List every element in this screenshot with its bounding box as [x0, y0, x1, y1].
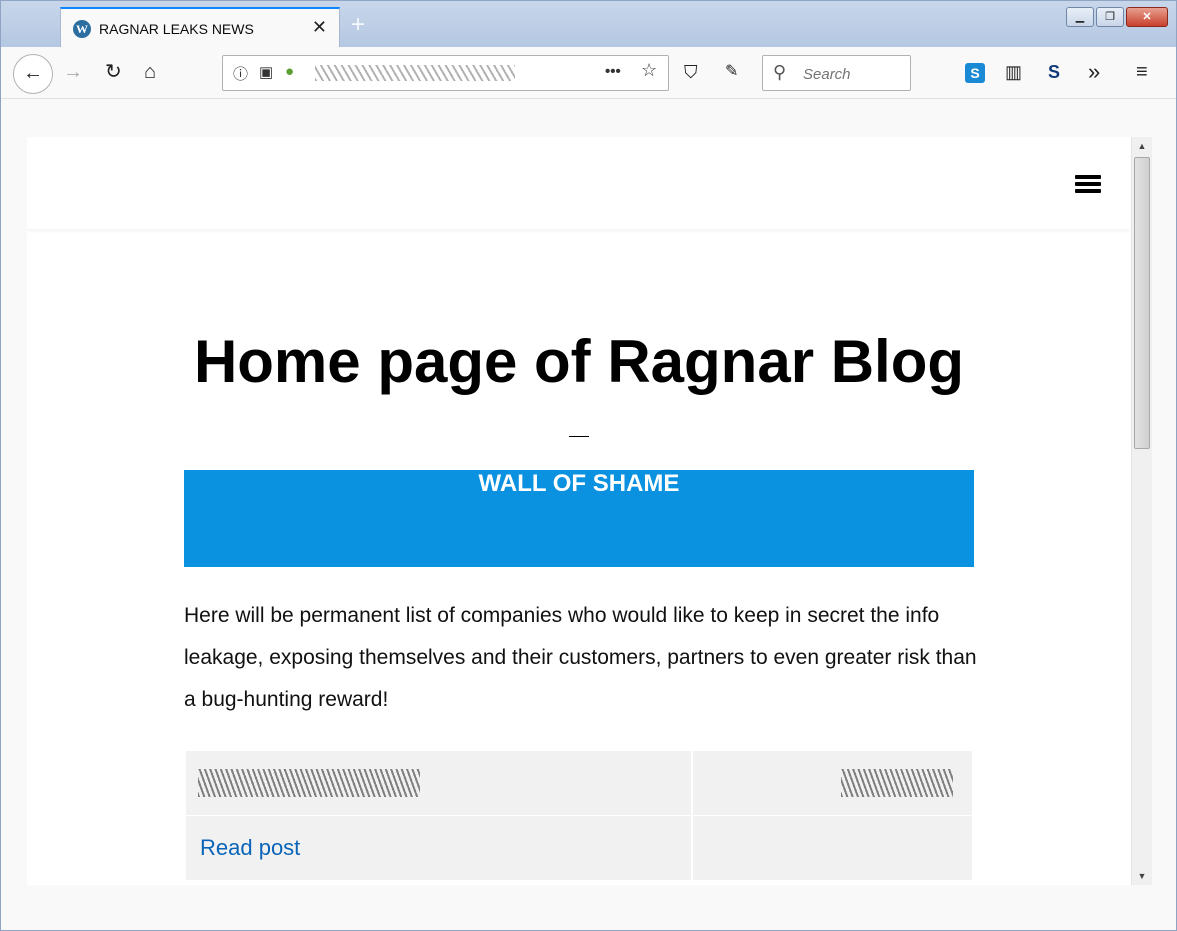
reload-icon[interactable]: ↻: [105, 57, 122, 87]
overflow-icon[interactable]: »: [1088, 57, 1100, 87]
pear-icon[interactable]: ●: [285, 63, 294, 80]
wall-of-shame-banner[interactable]: WALL OF SHAME: [184, 470, 974, 567]
site-header: [27, 137, 1131, 229]
shame-table: Read post: [186, 751, 972, 881]
shield-icon[interactable]: ⛉: [684, 57, 698, 87]
table-row: [186, 751, 972, 815]
page-title: Home page of Ragnar Blog: [193, 328, 965, 395]
url-bar[interactable]: ⓘ ▣ ● ••• ☆: [222, 55, 669, 91]
scroll-up-icon[interactable]: ▲: [1132, 137, 1152, 155]
image-icon[interactable]: ▣: [259, 63, 273, 81]
url-text-redacted: [315, 65, 515, 81]
company-cell: [186, 751, 691, 815]
page-content: Home page of Ragnar Blog WALL OF SHAME H…: [27, 137, 1131, 885]
search-placeholder: Search: [803, 66, 851, 83]
page-scrollbar[interactable]: ▲ ▼: [1131, 137, 1152, 885]
scroll-down-icon[interactable]: ▼: [1132, 867, 1152, 885]
minimize-button[interactable]: ▁: [1066, 7, 1094, 27]
read-post-cell: Read post: [186, 816, 691, 880]
redacted-company-name: [198, 769, 420, 797]
star-icon[interactable]: ☆: [641, 60, 657, 81]
maximize-button[interactable]: ❐: [1096, 7, 1124, 27]
tab-strip: W RAGNAR LEAKS NEWS ✕ + ▁ ❐ ✕: [1, 1, 1176, 48]
forward-icon[interactable]: →: [63, 57, 83, 87]
title-separator: [569, 436, 589, 437]
close-tab-icon[interactable]: ✕: [312, 17, 327, 38]
navigation-toolbar: ← → ↻ ⌂ ⓘ ▣ ● ••• ☆ ⛉ ✎ ⚲ Search S ▥ S »…: [1, 47, 1176, 99]
empty-cell: [693, 816, 972, 880]
new-tab-button[interactable]: +: [351, 13, 365, 37]
table-row: Read post: [186, 816, 972, 880]
sidebar-icon[interactable]: ▥: [1005, 57, 1022, 87]
back-icon[interactable]: ←: [13, 54, 53, 94]
window-controls: ▁ ❐ ✕: [1064, 7, 1168, 29]
s-extension-icon[interactable]: S: [1048, 57, 1060, 87]
hamburger-menu-icon[interactable]: [1075, 175, 1101, 195]
read-post-link[interactable]: Read post: [200, 835, 300, 861]
scroll-thumb[interactable]: [1134, 157, 1150, 449]
intro-paragraph: Here will be permanent list of companies…: [184, 604, 977, 711]
search-icon: ⚲: [773, 62, 787, 82]
info-icon[interactable]: ⓘ: [233, 63, 248, 84]
skype-icon[interactable]: S: [965, 63, 985, 83]
close-window-button[interactable]: ✕: [1126, 7, 1168, 27]
more-icon[interactable]: •••: [605, 63, 621, 80]
tab-title: RAGNAR LEAKS NEWS: [99, 21, 254, 37]
home-icon[interactable]: ⌂: [144, 57, 156, 87]
browser-window: W RAGNAR LEAKS NEWS ✕ + ▁ ❐ ✕ ← → ↻ ⌂ ⓘ …: [0, 0, 1177, 931]
tab-active[interactable]: W RAGNAR LEAKS NEWS ✕: [60, 7, 340, 48]
menu-icon[interactable]: ≡: [1136, 57, 1148, 87]
search-input[interactable]: ⚲ Search: [762, 55, 911, 91]
date-cell: [693, 751, 972, 815]
wordpress-icon: W: [73, 20, 91, 38]
broom-icon[interactable]: ✎: [725, 57, 738, 87]
redacted-value: [841, 769, 953, 797]
